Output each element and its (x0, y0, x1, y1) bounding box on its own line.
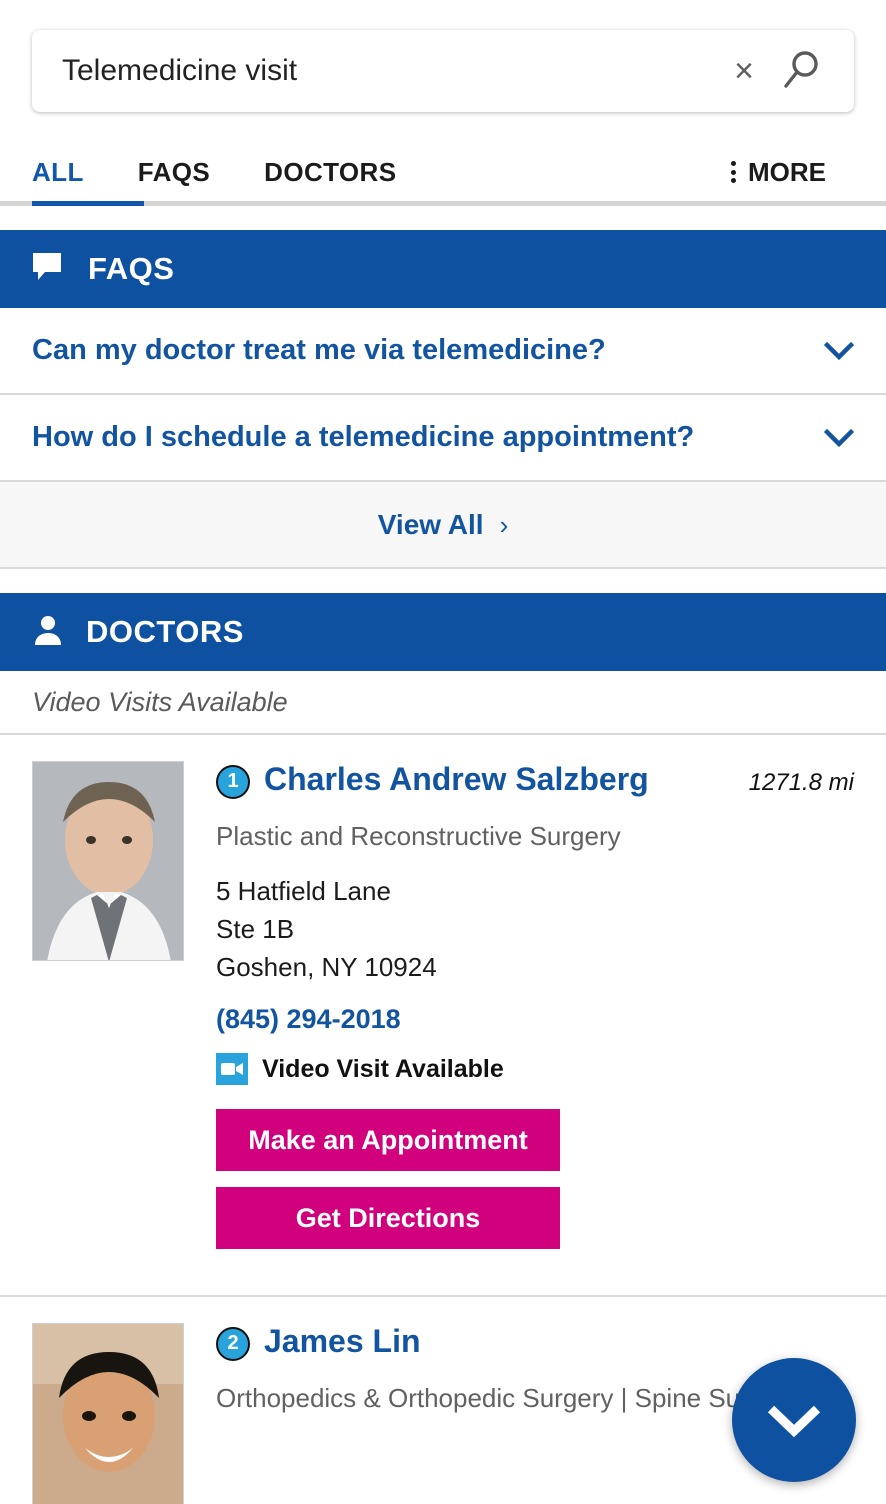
chevron-down-icon[interactable] (823, 428, 855, 448)
section-title-doctors: DOCTORS (86, 614, 244, 649)
doctor-name-line: 2 James Lin (216, 1323, 854, 1364)
tab-active-underline (32, 201, 144, 206)
doctor-photo (32, 1323, 184, 1504)
person-icon (32, 614, 64, 651)
tab-doctors[interactable]: DOCTORS (264, 157, 396, 188)
get-directions-button[interactable]: Get Directions (216, 1187, 560, 1250)
doctor-distance: 1271.8 mi (748, 769, 854, 796)
kebab-menu-icon (731, 161, 736, 183)
speech-bubble-icon (32, 252, 66, 287)
video-visit-badge: Video Visit Available (216, 1053, 854, 1086)
tab-more-label: MORE (748, 156, 826, 187)
section-header-faqs: FAQS (0, 230, 886, 308)
doctor-address: 5 Hatfield Lane Ste 1B Goshen, NY 10924 (216, 873, 854, 986)
faqs-view-all-button[interactable]: View All › (0, 482, 886, 569)
tab-bar: ALL FAQS DOCTORS MORE (0, 138, 886, 206)
doctor-specialty: Plastic and Reconstructive Surgery (216, 820, 621, 851)
faq-item[interactable]: How do I schedule a telemedicine appoint… (0, 395, 886, 482)
doctor-photo (32, 761, 184, 961)
address-line: 5 Hatfield Lane (216, 876, 391, 907)
chevron-down-icon (767, 1405, 821, 1438)
doctor-phone-link[interactable]: (845) 294-2018 (216, 1004, 854, 1035)
faq-question: How do I schedule a telemedicine appoint… (32, 421, 695, 454)
doctor-name-link[interactable]: Charles Andrew Salzberg (264, 761, 649, 798)
doctor-name-line: 1 Charles Andrew Salzberg 1271.8 mi (216, 761, 854, 802)
address-line: Ste 1B (216, 913, 295, 944)
video-camera-icon (216, 1053, 248, 1086)
search-icon[interactable] (772, 43, 828, 99)
faq-item[interactable]: Can my doctor treat me via telemedicine? (0, 308, 886, 395)
rank-badge: 2 (216, 1326, 250, 1361)
clear-icon[interactable]: × (716, 54, 772, 88)
tab-all[interactable]: ALL (32, 157, 84, 188)
video-visit-label: Video Visit Available (262, 1054, 504, 1083)
section-header-doctors: DOCTORS (0, 593, 886, 671)
doctor-actions: Make an Appointment Get Directions (216, 1109, 854, 1250)
search-box[interactable]: × (32, 30, 854, 112)
chevron-down-icon[interactable] (823, 341, 855, 361)
chevron-right-icon: › (499, 509, 509, 540)
search-area: × (0, 0, 886, 112)
tab-more[interactable]: MORE (731, 157, 826, 188)
doctors-filter-note: Video Visits Available (0, 671, 886, 735)
make-appointment-button[interactable]: Make an Appointment (216, 1109, 560, 1172)
view-all-label: View All (377, 508, 484, 540)
address-line: Goshen, NY 10924 (216, 951, 437, 982)
spacer (0, 569, 886, 593)
doctor-name-link[interactable]: James Lin (264, 1323, 421, 1360)
rank-badge: 1 (216, 764, 250, 799)
spacer (0, 206, 886, 230)
doctor-info: 1 Charles Andrew Salzberg 1271.8 mi Plas… (216, 761, 854, 1265)
tab-faqs[interactable]: FAQS (138, 157, 210, 188)
search-input[interactable] (62, 54, 717, 88)
faq-question: Can my doctor treat me via telemedicine? (32, 334, 606, 367)
section-title-faqs: FAQS (88, 251, 175, 286)
scroll-down-fab[interactable] (732, 1358, 856, 1482)
doctor-card[interactable]: 1 Charles Andrew Salzberg 1271.8 mi Plas… (0, 735, 886, 1298)
